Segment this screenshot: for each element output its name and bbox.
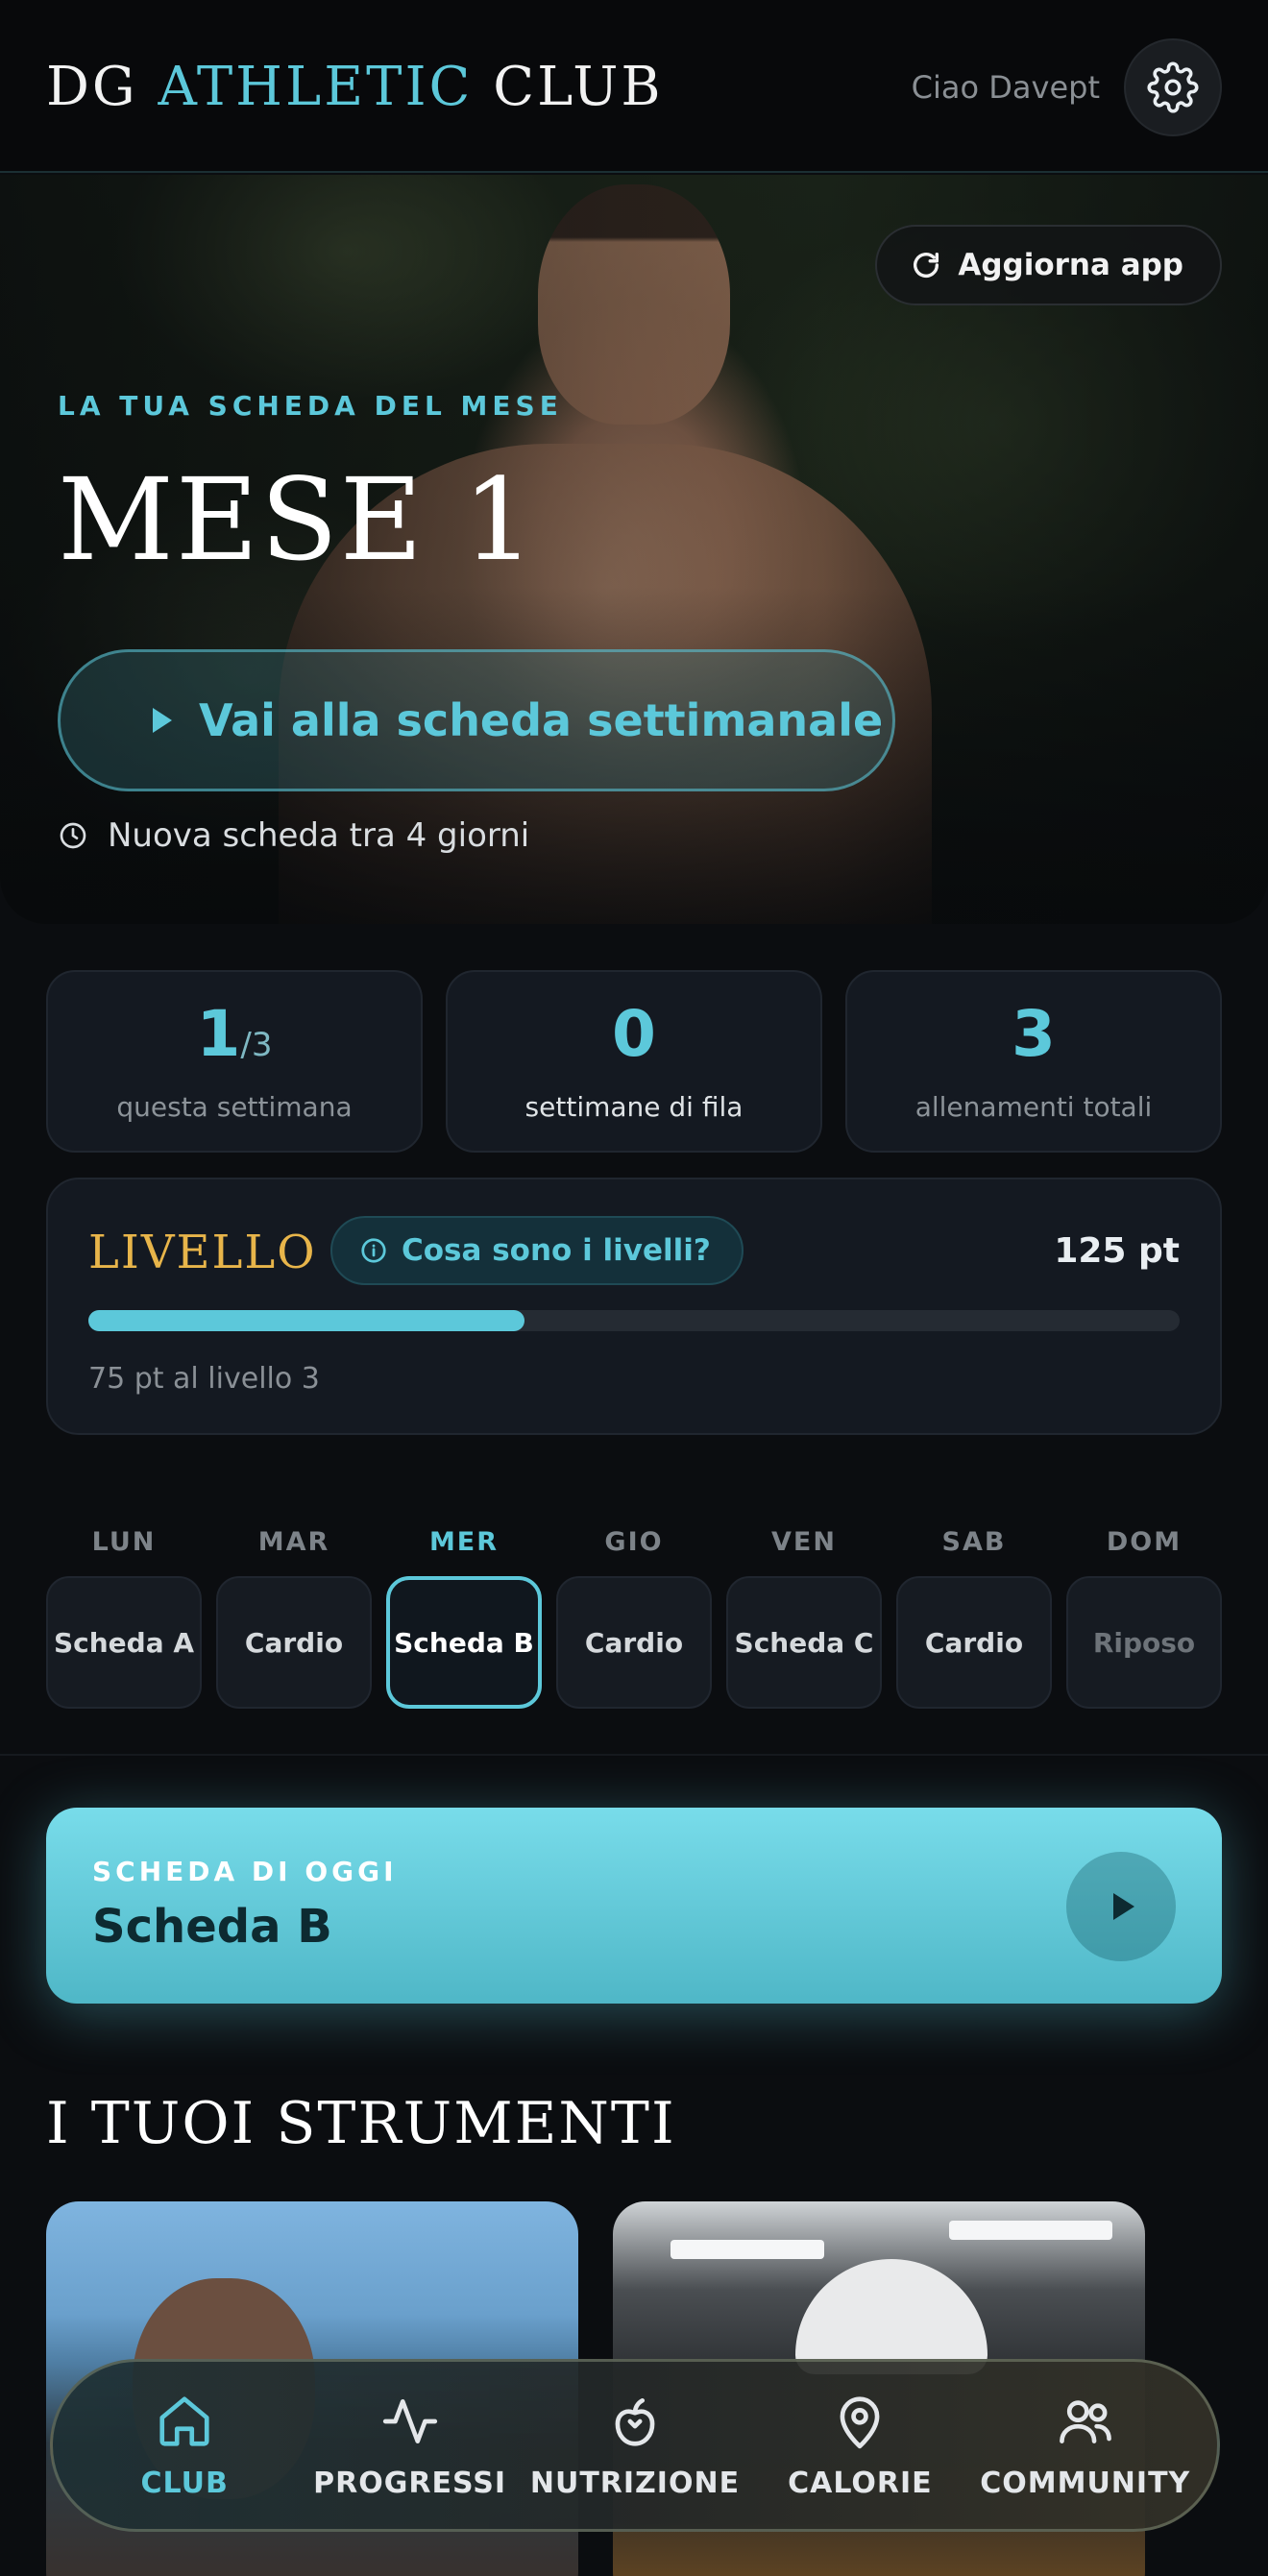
- stat-value: 1/3: [196, 997, 273, 1071]
- stat-value: 3: [1012, 997, 1056, 1071]
- weekly-plan-label: Vai alla scheda settimanale: [199, 694, 884, 746]
- stat-caption: settimane di fila: [524, 1091, 744, 1123]
- day-mon-plan[interactable]: Scheda A: [46, 1576, 202, 1709]
- start-today-button[interactable]: [1066, 1852, 1176, 1961]
- next-plan-note: Nuova scheda tra 4 giorni: [58, 816, 529, 855]
- today-kicker: SCHEDA DI OGGI: [92, 1856, 398, 1887]
- nav-calorie[interactable]: CALORIE: [749, 2392, 970, 2500]
- level-points: 125 pt: [1054, 1231, 1180, 1271]
- map-pin-icon: [840, 2396, 880, 2448]
- nav-label: PROGRESSI: [313, 2466, 506, 2500]
- refresh-icon: [914, 252, 939, 278]
- nav-community[interactable]: COMMUNITY: [975, 2392, 1196, 2500]
- level-card: LIVELLO 2 Cosa sono i livelli? 125 pt 75…: [46, 1178, 1222, 1435]
- stat-caption: allenamenti totali: [914, 1091, 1153, 1123]
- brand-athletic: ATHLETIC: [158, 56, 474, 118]
- nav-label: COMMUNITY: [980, 2466, 1191, 2500]
- nav-nutrizione[interactable]: NUTRIZIONE: [524, 2392, 745, 2500]
- stat-value: 0: [612, 997, 656, 1071]
- level-progress-fill: [88, 1310, 525, 1331]
- day-sun-plan[interactable]: Riposo: [1066, 1576, 1222, 1709]
- weekly-plan-button[interactable]: Vai alla scheda settimanale: [58, 649, 895, 791]
- day-label-fri: VEN: [771, 1527, 837, 1557]
- next-plan-text: Nuova scheda tra 4 giorni: [108, 816, 530, 855]
- brand-logo: DG ATHLETIC CLUB: [46, 56, 664, 118]
- section-divider: [0, 1754, 1268, 1756]
- nav-progressi[interactable]: PROGRESSI: [300, 2392, 521, 2500]
- settings-button[interactable]: [1124, 38, 1222, 136]
- play-icon: [153, 708, 172, 733]
- nav-label: CLUB: [140, 2466, 229, 2500]
- update-app-button[interactable]: Aggiorna app: [875, 225, 1222, 305]
- tool-photo-cap: [795, 2259, 988, 2374]
- users-icon: [1059, 2399, 1111, 2443]
- hero-kicker: LA TUA SCHEDA DEL MESE: [58, 390, 563, 422]
- app-header: DG ATHLETIC CLUB Ciao Davept: [0, 0, 1268, 173]
- nav-label: CALORIE: [788, 2466, 933, 2500]
- levels-info-label: Cosa sono i livelli?: [402, 1233, 711, 1268]
- level-title: LIVELLO 2: [88, 1226, 365, 1279]
- tools-section-title: I TUOI STRUMENTI: [46, 2090, 676, 2157]
- stat-total-workouts: 3 allenamenti totali: [845, 970, 1222, 1153]
- gear-icon: [1147, 61, 1199, 113]
- levels-info-button[interactable]: Cosa sono i livelli?: [330, 1216, 744, 1285]
- day-thu-plan[interactable]: Cardio: [556, 1576, 712, 1709]
- level-progress-bar: [88, 1310, 1180, 1331]
- day-label-wed: MER: [428, 1527, 500, 1557]
- day-fri-plan[interactable]: Scheda C: [726, 1576, 882, 1709]
- brand-club: CLUB: [493, 56, 664, 118]
- tool-photo-light: [671, 2240, 824, 2259]
- stat-caption: questa settimana: [116, 1091, 353, 1123]
- brand-dg: DG: [46, 56, 138, 118]
- clock-icon: [60, 822, 86, 849]
- day-label-tue: MAR: [257, 1527, 330, 1557]
- activity-icon: [382, 2398, 437, 2443]
- day-wed-plan[interactable]: Scheda B: [386, 1576, 542, 1709]
- bottom-nav: CLUB PROGRESSI NUTRIZIONE CALORIE COMMUN…: [50, 2359, 1220, 2532]
- day-tue-plan[interactable]: Cardio: [216, 1576, 372, 1709]
- nav-label: NUTRIZIONE: [529, 2466, 741, 2500]
- stat-this-week: 1/3 questa settimana: [46, 970, 423, 1153]
- hero-card: Aggiorna app LA TUA SCHEDA DEL MESE MESE…: [0, 175, 1268, 924]
- today-plan-card[interactable]: SCHEDA DI OGGI Scheda B: [46, 1808, 1222, 2004]
- greeting: Ciao Davept: [911, 69, 1100, 106]
- day-label-sat: SAB: [941, 1527, 1007, 1557]
- home-icon: [159, 2395, 209, 2446]
- stat-streak: 0 settimane di fila: [446, 970, 822, 1153]
- day-label-thu: GIO: [604, 1527, 664, 1557]
- hero-title: MESE 1: [58, 453, 537, 586]
- apple-icon: [615, 2397, 655, 2446]
- nav-club[interactable]: CLUB: [74, 2392, 295, 2500]
- tool-photo-light: [949, 2221, 1112, 2240]
- play-icon: [1113, 1893, 1134, 1920]
- info-icon: [361, 1238, 386, 1263]
- today-title: Scheda B: [92, 1900, 332, 1954]
- day-sat-plan[interactable]: Cardio: [896, 1576, 1052, 1709]
- day-label-mon: LUN: [91, 1527, 157, 1557]
- level-next-text: 75 pt al livello 3: [88, 1362, 320, 1396]
- update-app-label: Aggiorna app: [958, 248, 1183, 282]
- day-label-sun: DOM: [1106, 1527, 1183, 1557]
